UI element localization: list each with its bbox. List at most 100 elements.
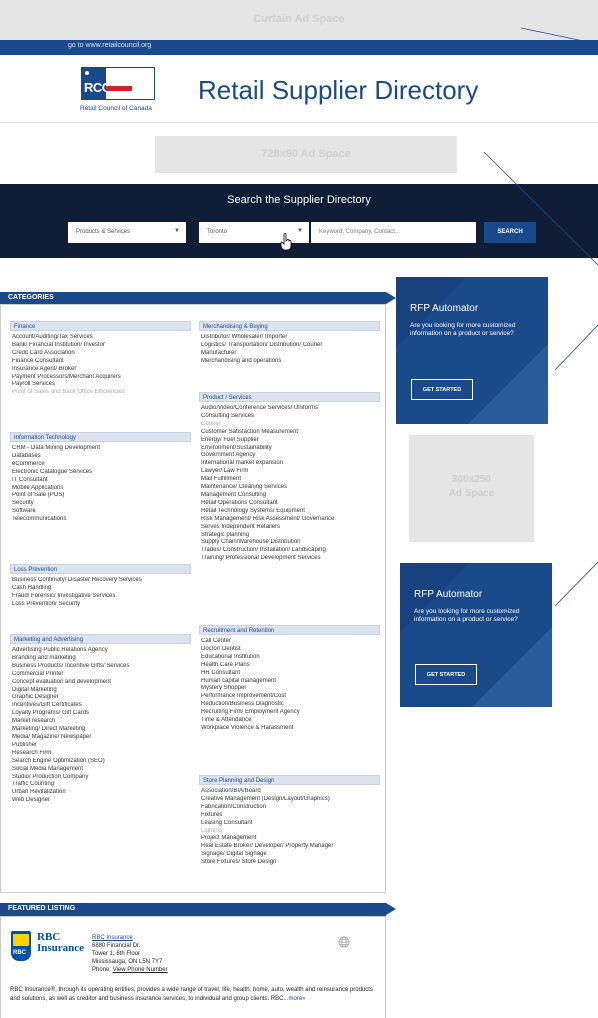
category-link[interactable]: Call Center xyxy=(199,638,380,646)
category-link[interactable]: Energy/ Fuel Supplier xyxy=(199,437,380,445)
category-link[interactable]: Manufacturer xyxy=(199,350,380,358)
rcc-logo[interactable]: RCC Retail Council of Canada xyxy=(80,67,157,117)
category-link[interactable]: Graphic Designer xyxy=(10,694,191,702)
category-link[interactable]: CRM - Data Mining Development xyxy=(10,445,191,453)
category-link[interactable]: Credit Card Association xyxy=(10,350,191,358)
curtain-ad[interactable]: Curtain Ad Space xyxy=(0,0,598,40)
category-link[interactable]: Studio/ Production Company xyxy=(10,774,191,782)
category-link[interactable]: Audio/Video/Conference Services/ Uniform… xyxy=(199,405,380,413)
category-link[interactable]: Courier xyxy=(199,421,380,429)
view-phone-link[interactable]: View Phone Number xyxy=(113,967,168,973)
category-link[interactable]: Training/ Professional Development Servi… xyxy=(199,555,380,563)
location-select[interactable]: Toronto ▼ xyxy=(199,222,309,243)
category-link[interactable]: Trades/ Construction/ Installation/ Land… xyxy=(199,547,380,555)
category-link[interactable]: Market research xyxy=(10,718,191,726)
keyword-search-input[interactable]: Keyword, Company, Contact... xyxy=(311,222,476,243)
more-link[interactable]: more» xyxy=(288,996,305,1002)
category-link[interactable]: Fraud/ Forensic/ Investigative Services xyxy=(10,593,191,601)
globe-icon[interactable] xyxy=(338,936,350,948)
category-link[interactable]: Strategic planning xyxy=(199,532,380,540)
search-button[interactable]: SEARCH xyxy=(484,222,536,243)
category-link[interactable]: Doctor/ Dentist xyxy=(199,646,380,654)
featured-company-name[interactable]: RBC Insurance xyxy=(92,934,168,942)
category-link[interactable]: Merchandising and operations xyxy=(199,358,380,366)
category-link[interactable]: Mobile Applications xyxy=(10,485,191,493)
category-link[interactable]: Fabrication/Construction xyxy=(199,804,380,812)
category-link[interactable]: Workplace Violence & Harassment xyxy=(199,725,380,733)
category-link[interactable]: Time & Attendance xyxy=(199,717,380,725)
category-link[interactable]: Point of Sale (POS) xyxy=(10,492,191,500)
category-link[interactable]: Mail Fulfillment xyxy=(199,476,380,484)
rfp-automator-ad[interactable]: RFP Automator Are you looking for more c… xyxy=(396,277,548,424)
category-link[interactable]: Leasing Consultant xyxy=(199,820,380,828)
category-link[interactable]: Signage/ Digital Signage xyxy=(199,851,380,859)
category-link[interactable]: Reduction/Business Diagnostic xyxy=(199,701,380,709)
category-link[interactable]: Fixtures xyxy=(199,812,380,820)
category-link[interactable]: Web Designer xyxy=(10,797,191,805)
category-link[interactable]: Commercial Printer xyxy=(10,671,191,679)
category-link[interactable]: Telecommunications xyxy=(10,516,191,524)
retail-council-link[interactable]: go to www.retailcouncil.org xyxy=(68,42,151,49)
category-link[interactable]: Real Estate Broker/ Developer/ Property … xyxy=(199,843,380,851)
category-link[interactable]: International market expansion xyxy=(199,460,380,468)
category-link[interactable]: Project Management xyxy=(199,835,380,843)
category-link[interactable]: Bank/ Financial Institution/ Investor xyxy=(10,342,191,350)
category-link[interactable]: Association/BIA/Board xyxy=(199,788,380,796)
get-started-button[interactable]: GET STARTED xyxy=(411,379,473,400)
category-link[interactable]: Performance Improvement/Cost xyxy=(199,693,380,701)
rfp-automator-ad-2[interactable]: RFP Automator Are you looking for more c… xyxy=(400,563,552,707)
category-link[interactable]: Databases xyxy=(10,453,191,461)
category-link[interactable]: Serves Independent Retailers xyxy=(199,524,380,532)
category-link[interactable]: Environment/Sustainability xyxy=(199,445,380,453)
category-link[interactable]: Account/Auditing/Tax Services xyxy=(10,334,191,342)
category-link[interactable]: Business Continuity/ Disaster Recovery S… xyxy=(10,577,191,585)
category-link[interactable]: Loss Prevention/ Security xyxy=(10,601,191,609)
category-link[interactable]: Payment Processors/Merchant Acquirers xyxy=(10,374,191,382)
category-link[interactable]: Digital Marketing xyxy=(10,687,191,695)
category-link[interactable]: Security xyxy=(10,500,191,508)
category-link[interactable]: Incentives/Gift Certificates xyxy=(10,702,191,710)
category-link[interactable]: Software xyxy=(10,508,191,516)
category-link[interactable]: Maintenance/ Cleaning Services xyxy=(199,484,380,492)
category-link[interactable]: Cash Handling xyxy=(10,585,191,593)
category-link[interactable]: Mystery Shopper xyxy=(199,685,380,693)
category-link[interactable]: Business Products/ Incentive Gifts/ Serv… xyxy=(10,663,191,671)
category-link[interactable]: Point of Sales and Back Office Efficienc… xyxy=(10,389,191,397)
category-link[interactable]: IT Consultant xyxy=(10,477,191,485)
category-link[interactable]: Payroll Services xyxy=(10,381,191,389)
category-link[interactable]: Lawyer/ Law Firm xyxy=(199,468,380,476)
category-link[interactable]: Human capital management xyxy=(199,678,380,686)
category-link[interactable]: Marketing/ Direct Marketing xyxy=(10,726,191,734)
medium-rectangle-ad[interactable]: 300x250 Ad Space xyxy=(409,435,534,542)
category-link[interactable]: Branding and marketing xyxy=(10,655,191,663)
category-link[interactable]: Management Consulting xyxy=(199,492,380,500)
category-link[interactable]: Research Firm xyxy=(10,750,191,758)
category-link[interactable]: Distributor/ Wholesaler/ Importer xyxy=(199,334,380,342)
category-link[interactable]: HR Consultant xyxy=(199,670,380,678)
category-link[interactable]: Media/ Magazine/ Newspaper xyxy=(10,734,191,742)
category-link[interactable]: Retail Technology Systems/ Equipment xyxy=(199,508,380,516)
category-link[interactable]: Finance Consultant xyxy=(10,358,191,366)
category-link[interactable]: Concept evaluation and development xyxy=(10,679,191,687)
get-started-button-2[interactable]: GET STARTED xyxy=(415,664,477,685)
category-link[interactable]: Health Care Plans xyxy=(199,662,380,670)
category-link[interactable]: Urban Revitalization xyxy=(10,789,191,797)
category-link[interactable]: Loyalty Programs/ Gift Cards xyxy=(10,710,191,718)
category-link[interactable]: Retail Operations Consultant xyxy=(199,500,380,508)
category-link[interactable]: Insurance Agent/ Broker xyxy=(10,366,191,374)
category-link[interactable]: Logistics/ Transportation/ Distribution/… xyxy=(199,342,380,350)
category-link[interactable]: Government Agency xyxy=(199,452,380,460)
category-select[interactable]: Products & Services ▼ xyxy=(68,222,186,243)
rbc-insurance-logo[interactable]: RBC RBC Insurance xyxy=(11,931,86,961)
category-link[interactable]: Risk Management/ Risk Assessment/ Govern… xyxy=(199,516,380,524)
category-link[interactable]: Educational Institution xyxy=(199,654,380,662)
category-link[interactable]: Recruiting Firm/ Employment Agency xyxy=(199,709,380,717)
category-link[interactable]: Electronic Catalogue Services xyxy=(10,469,191,477)
category-link[interactable]: Creative Management (Design/Layout/Graph… xyxy=(199,796,380,804)
category-link[interactable]: Publisher xyxy=(10,742,191,750)
category-link[interactable]: Supply Chain/Warehouse Distribution xyxy=(199,539,380,547)
category-link[interactable]: eCommerce xyxy=(10,461,191,469)
leaderboard-ad[interactable]: 728x90 Ad Space xyxy=(155,136,457,173)
category-link[interactable]: Traffic Counting xyxy=(10,781,191,789)
category-link[interactable]: Advertising Public Relations Agency xyxy=(10,647,191,655)
